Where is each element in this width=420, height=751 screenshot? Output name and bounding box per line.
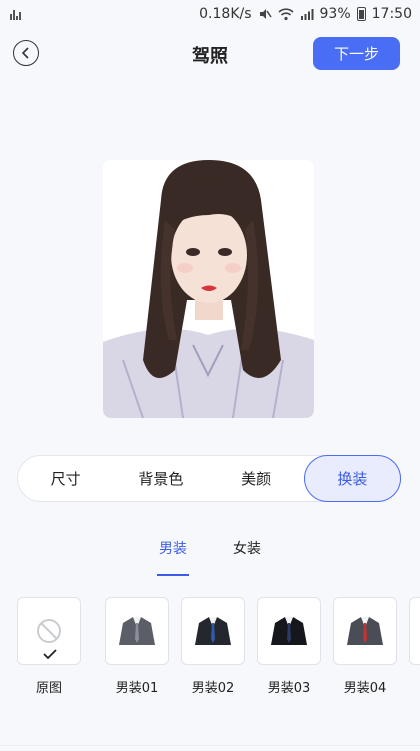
outfit-menswear-03[interactable]: 男装03 bbox=[257, 597, 321, 696]
portrait-photo bbox=[103, 160, 314, 418]
tab-size-label: 尺寸 bbox=[50, 470, 81, 488]
clock: 17:50 bbox=[371, 6, 412, 22]
tab-background-color[interactable]: 背景色 bbox=[113, 456, 208, 501]
suit-icon bbox=[271, 617, 307, 645]
network-speed: 0.18K/s bbox=[199, 6, 252, 22]
header: 驾照 下一步 bbox=[0, 28, 420, 80]
mute-icon bbox=[259, 9, 272, 19]
outfit-menswear-01[interactable]: 男装01 bbox=[105, 597, 169, 696]
gender-tabs: 男装 女装 bbox=[0, 532, 420, 576]
no-outfit-icon bbox=[37, 619, 61, 643]
outfit-menswear-04[interactable]: 男装04 bbox=[333, 597, 397, 696]
status-bar: 0.18K/s 93% 17:50 bbox=[0, 0, 420, 28]
tab-change-outfit-label: 换装 bbox=[337, 470, 368, 488]
cellular-signal-icon bbox=[300, 9, 314, 20]
tab-size[interactable]: 尺寸 bbox=[18, 456, 113, 501]
notification-signal-icon bbox=[10, 8, 21, 20]
outfit-thumb bbox=[333, 597, 397, 665]
outfit-thumb bbox=[257, 597, 321, 665]
divider bbox=[0, 745, 420, 746]
tab-change-outfit[interactable]: 换装 bbox=[303, 455, 401, 502]
suit-icon bbox=[195, 617, 231, 645]
tab-beauty-label: 美颜 bbox=[241, 470, 272, 488]
status-right: 0.18K/s 93% 17:50 bbox=[199, 6, 412, 22]
outfit-menswear-02[interactable]: 男装02 bbox=[181, 597, 245, 696]
outfit-label: 原图 bbox=[35, 681, 62, 696]
suit-icon bbox=[347, 617, 383, 645]
outfit-original[interactable]: 原图 bbox=[17, 597, 81, 696]
outfit-thumb bbox=[181, 597, 245, 665]
outfit-label: 男装02 bbox=[191, 681, 235, 696]
checkmark-icon bbox=[43, 649, 57, 659]
battery-icon bbox=[356, 7, 366, 21]
outfit-label: 男装01 bbox=[115, 681, 159, 696]
outfit-list: 原图 男装01 男装02 男装03 男装04 bbox=[17, 597, 420, 707]
tab-beauty[interactable]: 美颜 bbox=[209, 456, 304, 501]
outfit-label: 男装03 bbox=[267, 681, 311, 696]
status-left bbox=[10, 8, 21, 20]
outfit-next-partial[interactable] bbox=[409, 597, 420, 665]
tab-menswear[interactable]: 男装 bbox=[157, 532, 189, 576]
tab-womenswear[interactable]: 女装 bbox=[231, 532, 263, 572]
battery-percent: 93% bbox=[319, 6, 351, 22]
outfit-label: 男装04 bbox=[343, 681, 387, 696]
outfit-thumb bbox=[409, 597, 420, 665]
edit-tab-bar: 尺寸 背景色 美颜 换装 bbox=[17, 455, 401, 502]
next-step-button[interactable]: 下一步 bbox=[313, 37, 400, 70]
tab-background-color-label: 背景色 bbox=[138, 470, 184, 488]
wifi-icon bbox=[277, 7, 294, 20]
photo-preview bbox=[103, 160, 314, 418]
outfit-thumb bbox=[17, 597, 81, 665]
outfit-thumb bbox=[105, 597, 169, 665]
suit-icon bbox=[119, 617, 155, 645]
